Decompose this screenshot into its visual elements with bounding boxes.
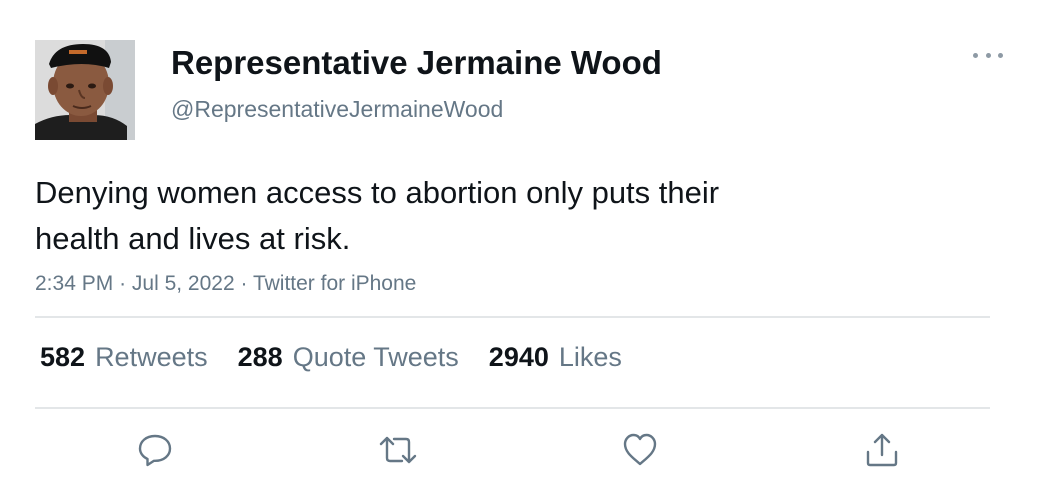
likes-label: Likes <box>558 342 622 372</box>
meta-separator: · <box>119 272 132 295</box>
retweet-icon-glyph <box>379 436 417 464</box>
more-dot <box>973 52 978 58</box>
quote-tweets-stat[interactable]: 288 Quote Tweets <box>238 342 459 373</box>
share-icon-glyph <box>866 433 898 467</box>
tweet-source[interactable]: Twitter for iPhone <box>253 272 416 295</box>
like-icon-glyph <box>623 433 657 466</box>
tweet-metadata: 2:34 PM · Jul 5, 2022 · Twitter for iPho… <box>35 272 416 296</box>
display-name[interactable]: Representative Jermaine Wood <box>171 44 662 82</box>
divider <box>35 316 990 318</box>
retweets-count: 582 <box>40 342 86 372</box>
tweet-date[interactable]: Jul 5, 2022 <box>132 272 235 295</box>
retweet-icon[interactable] <box>378 430 418 470</box>
user-handle[interactable]: @RepresentativeJermaineWood <box>171 96 503 123</box>
tweet-text-line-2: health and lives at risk. <box>35 221 351 256</box>
engagement-stats: 582 Retweets 288 Quote Tweets 2940 Likes <box>40 342 652 373</box>
avatar[interactable] <box>35 40 135 140</box>
divider <box>35 407 990 409</box>
meta-separator: · <box>240 272 253 295</box>
reply-icon-glyph <box>138 434 172 467</box>
more-options-icon[interactable] <box>973 42 1003 68</box>
avatar-photo <box>35 40 135 140</box>
tweet-text-line-1: Denying women access to abortion only pu… <box>35 175 720 210</box>
more-dot <box>985 52 991 58</box>
quote-tweets-label: Quote Tweets <box>292 342 459 372</box>
share-icon[interactable] <box>862 430 902 470</box>
retweets-stat[interactable]: 582 Retweets <box>40 342 208 373</box>
likes-stat[interactable]: 2940 Likes <box>489 342 622 373</box>
more-dot <box>998 52 1003 58</box>
tweet-time[interactable]: 2:34 PM <box>35 272 113 295</box>
likes-count: 2940 <box>488 342 549 372</box>
retweets-label: Retweets <box>95 342 208 372</box>
reply-icon[interactable] <box>135 430 175 470</box>
quote-tweets-count: 288 <box>237 342 283 372</box>
tweet-text: Denying women access to abortion only pu… <box>35 170 875 262</box>
like-icon[interactable] <box>620 430 660 470</box>
